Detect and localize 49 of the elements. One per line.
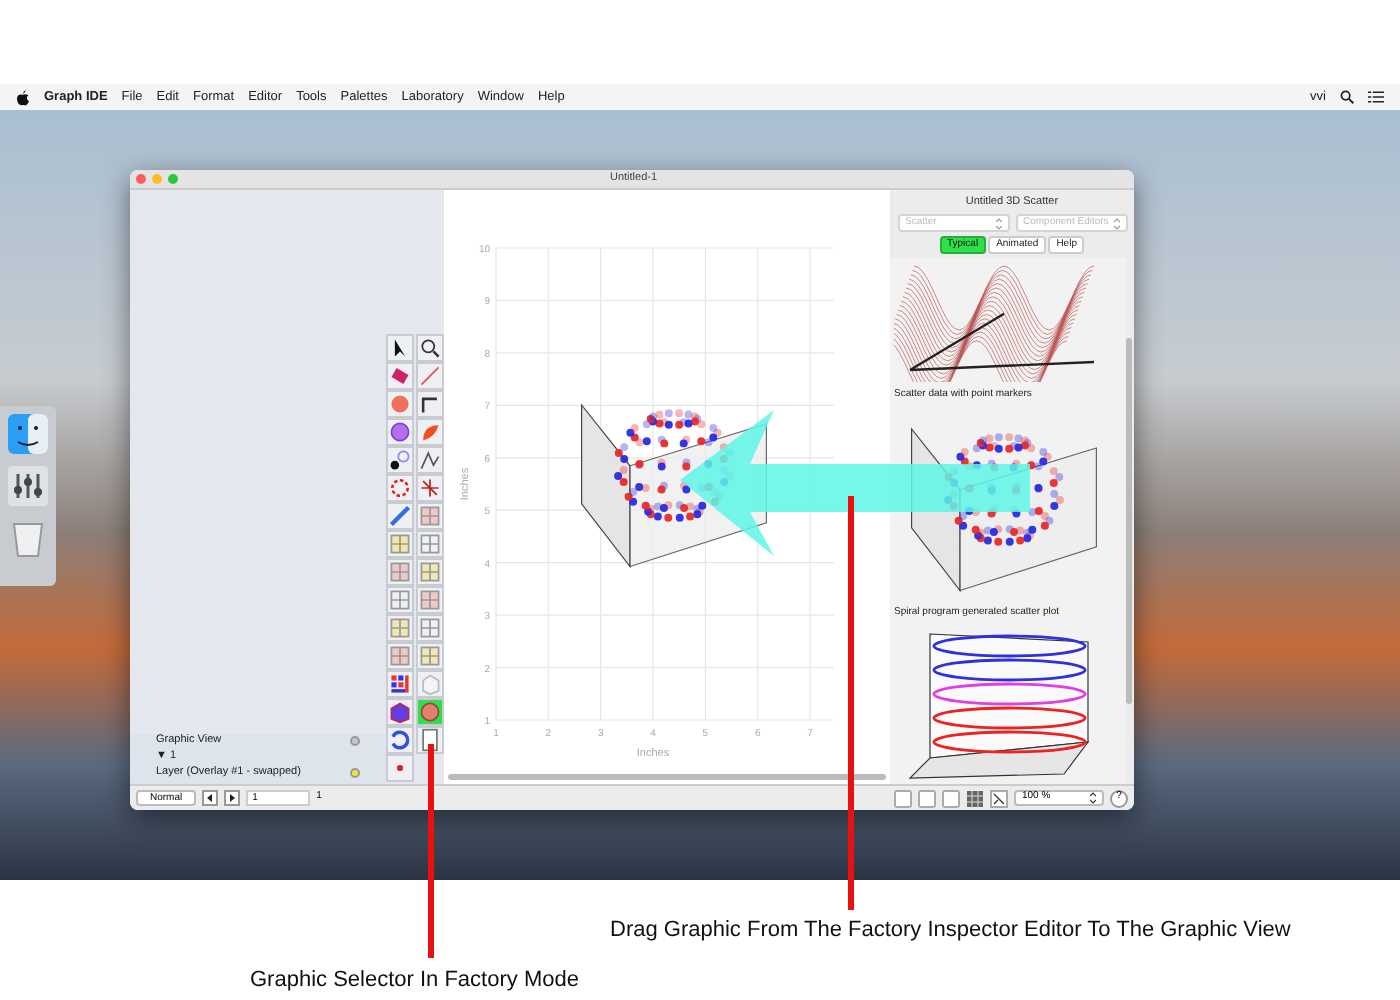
tool-icon [388, 392, 412, 416]
tool-icon [388, 532, 412, 556]
tool-icon [417, 420, 441, 444]
tool-icon [417, 504, 441, 528]
trash-icon[interactable] [12, 518, 44, 558]
stepper-icon [995, 217, 1001, 230]
tool-button[interactable] [415, 334, 443, 362]
tool-icon [388, 644, 412, 668]
tool-icon [388, 728, 412, 752]
tool-icon [417, 532, 441, 556]
tool-icon [417, 448, 441, 472]
tool-icon [388, 672, 412, 696]
tool-icon [388, 616, 412, 640]
tool-icon [388, 448, 412, 472]
tool-icon [388, 420, 412, 444]
tool-button[interactable] [415, 446, 443, 474]
tool-icon [417, 392, 441, 416]
previous-page-icon[interactable] [202, 790, 219, 806]
tool-icon [417, 364, 441, 388]
tool-icon [388, 700, 412, 724]
tool-icon [417, 644, 441, 668]
apple-icon[interactable] [16, 89, 30, 105]
tool-button[interactable] [386, 670, 414, 698]
tool-button[interactable] [386, 334, 414, 362]
next-page-icon[interactable] [224, 790, 241, 806]
tool-icon [417, 672, 441, 696]
tool-icon [417, 588, 441, 612]
tool-icon [417, 560, 441, 584]
tool-icon [388, 504, 412, 528]
tool-icon [388, 476, 412, 500]
search-icon[interactable] [1340, 90, 1354, 104]
tool-button[interactable] [386, 698, 414, 726]
grid-icon[interactable] [966, 789, 984, 807]
annotation-text: Graphic Selector In Factory Mode [250, 966, 579, 996]
stepper-icon [1113, 217, 1119, 230]
close-button[interactable] [136, 174, 146, 184]
tool-icon [388, 560, 412, 584]
tool-icon [388, 364, 412, 388]
stepper-icon [1090, 792, 1096, 804]
tool-icon [417, 336, 441, 360]
tool-button[interactable] [415, 390, 443, 418]
annotation-text: Drag Graphic From The Factory Inspector Editor To The Graphic View [610, 916, 1291, 946]
tool-icon [388, 588, 412, 612]
tool-icon [417, 476, 441, 500]
list-icon[interactable] [1368, 90, 1384, 104]
tool-button[interactable] [386, 446, 414, 474]
tool-icon [417, 700, 441, 724]
tool-icon [417, 616, 441, 640]
finder-icon[interactable] [8, 414, 48, 454]
